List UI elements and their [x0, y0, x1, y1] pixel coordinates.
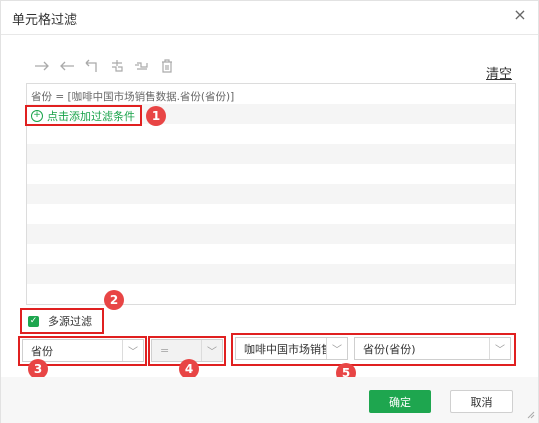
- add-condition-button[interactable]: + 点击添加过滤条件: [25, 105, 142, 126]
- list-row: [27, 164, 515, 184]
- delete-icon[interactable]: [154, 56, 179, 76]
- list-row: [27, 184, 515, 204]
- callout-badge-4: 4: [179, 359, 199, 379]
- insert-below-icon[interactable]: [129, 56, 154, 76]
- arrow-right-icon[interactable]: [29, 56, 54, 76]
- chevron-down-icon: ﹀: [201, 340, 222, 361]
- list-row: [27, 124, 515, 144]
- chevron-down-icon: ﹀: [122, 340, 143, 361]
- list-row: [27, 204, 515, 224]
- checkmark-icon: ✓: [28, 315, 39, 327]
- target-field-select[interactable]: 省份(省份) ﹀: [354, 337, 511, 360]
- ok-button[interactable]: 确定: [369, 390, 431, 413]
- callout-badge-2: 2: [104, 290, 124, 310]
- turn-up-icon[interactable]: [79, 56, 104, 76]
- multi-source-filter-checkbox[interactable]: ✓ 多源过滤: [20, 308, 104, 334]
- list-row: [27, 264, 515, 284]
- add-condition-label: 点击添加过滤条件: [47, 109, 135, 123]
- field-select-value: 省份: [31, 344, 53, 358]
- chevron-down-icon: ﹀: [326, 338, 347, 359]
- arrow-left-icon[interactable]: [54, 56, 79, 76]
- callout-badge-3: 3: [28, 359, 48, 379]
- insert-above-icon[interactable]: [104, 56, 129, 76]
- list-row: [27, 284, 515, 304]
- chevron-down-icon: ﹀: [489, 338, 510, 359]
- clear-link[interactable]: 清空: [486, 63, 512, 82]
- target-field-select-value: 省份(省份): [363, 342, 416, 356]
- filter-toolbar: [29, 56, 179, 76]
- datasource-select[interactable]: 咖啡中国市场销售 ﹀: [235, 337, 348, 360]
- callout-badge-1: 1: [146, 106, 166, 126]
- resize-handle-icon[interactable]: [525, 409, 535, 419]
- list-row: [27, 144, 515, 164]
- close-icon[interactable]: ×: [512, 7, 528, 23]
- list-row: [27, 244, 515, 264]
- dialog-titlebar: 单元格过滤 ×: [1, 1, 538, 35]
- dialog-title: 单元格过滤: [12, 13, 78, 28]
- filter-formula[interactable]: 省份 = [咖啡中国市场销售数据.省份(省份)]: [31, 89, 234, 104]
- cancel-button[interactable]: 取消: [450, 390, 513, 413]
- datasource-select-value: 咖啡中国市场销售: [244, 342, 326, 356]
- operator-select-value: =: [160, 344, 170, 357]
- multi-source-label: 多源过滤: [48, 315, 92, 328]
- cell-filter-dialog: 单元格过滤 × 清空 省份 = [咖啡中国市场销售数据.省份(省份)] + 点击…: [0, 0, 539, 423]
- list-row: [27, 224, 515, 244]
- add-circle-icon: +: [31, 109, 43, 122]
